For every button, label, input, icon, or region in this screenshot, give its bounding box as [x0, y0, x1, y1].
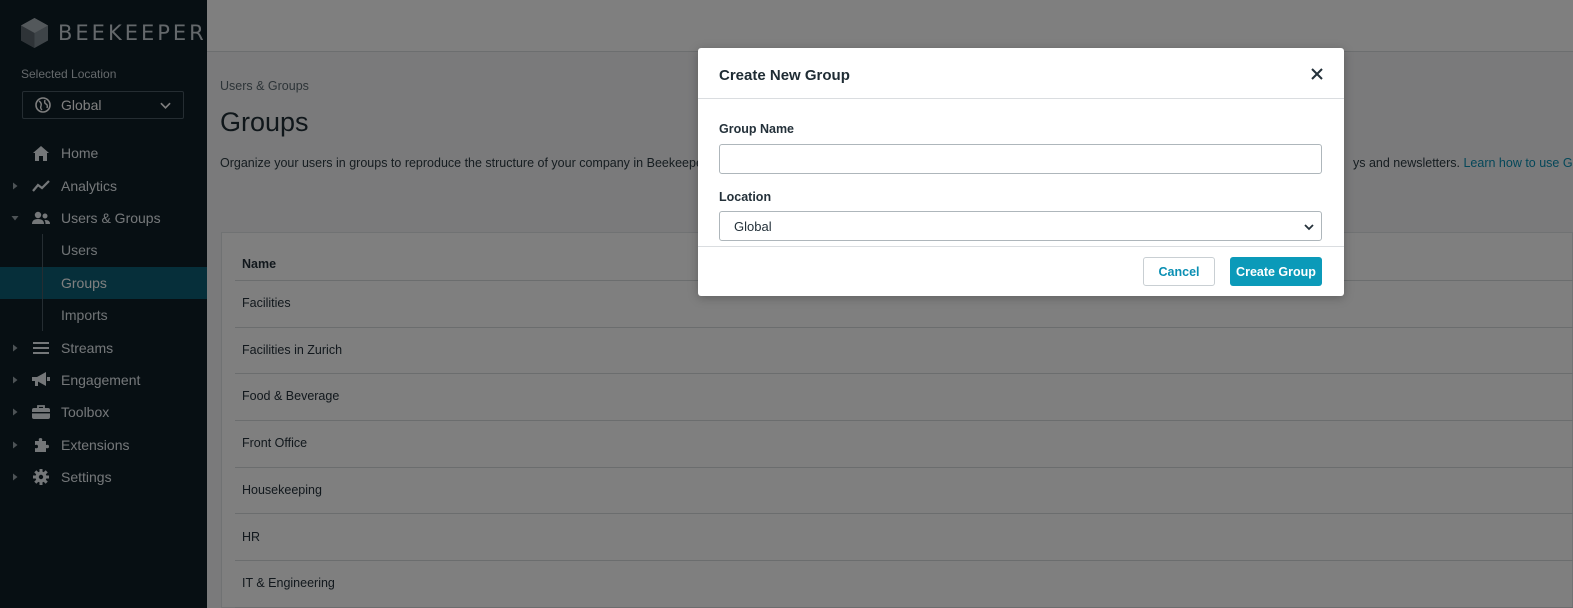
location-select-value: Global	[734, 218, 772, 234]
location-label: Location	[719, 190, 772, 204]
group-name-label: Group Name	[719, 122, 795, 136]
location-select[interactable]: Global	[719, 211, 1322, 241]
create-group-dialog: Create New Group Group Name Location Glo…	[698, 48, 1344, 296]
cancel-button[interactable]: Cancel	[1143, 257, 1215, 286]
chevron-down-icon	[1304, 224, 1314, 231]
dialog-footer-divider	[698, 246, 1344, 247]
dialog-title: Create New Group	[719, 67, 850, 84]
dialog-header: Create New Group	[698, 48, 1344, 99]
create-group-button[interactable]: Create Group	[1230, 257, 1322, 286]
close-icon[interactable]	[1310, 67, 1324, 81]
group-name-input[interactable]	[719, 144, 1322, 174]
